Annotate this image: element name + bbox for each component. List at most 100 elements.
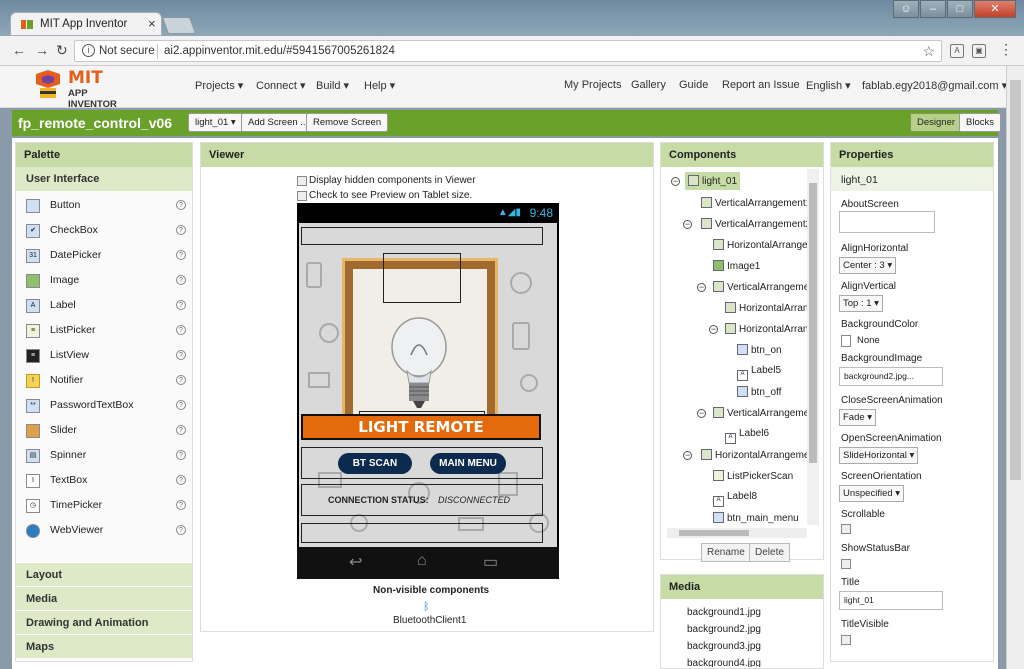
align-vertical-select[interactable]: Top : 1 ▾ bbox=[839, 295, 883, 312]
background-color-swatch[interactable] bbox=[841, 335, 851, 347]
palette-item-label[interactable]: A Label? bbox=[24, 295, 188, 317]
maximize-icon[interactable]: □ bbox=[947, 0, 973, 18]
tree-node-image1[interactable]: Image1 bbox=[713, 260, 760, 272]
screen-select-dropdown[interactable]: light_01 ▾ bbox=[188, 113, 243, 132]
scrollbar-thumb[interactable] bbox=[679, 530, 749, 536]
tree-node-verticalarrangement2[interactable]: VerticalArrangement2 bbox=[701, 218, 811, 230]
tree-node-horizontalarrangement3[interactable]: HorizontalArrang bbox=[725, 323, 814, 335]
background-color-value[interactable]: None bbox=[857, 335, 880, 346]
palette-item-notifier[interactable]: ! Notifier? bbox=[24, 370, 188, 392]
bookmark-star-icon[interactable]: ☆ bbox=[922, 43, 935, 60]
main-menu-button[interactable]: MAIN MENU bbox=[430, 453, 506, 474]
components-horizontal-scrollbar[interactable] bbox=[667, 528, 807, 538]
cast-icon[interactable]: ▣ bbox=[972, 44, 986, 58]
collapse-toggle-icon[interactable]: − bbox=[697, 283, 706, 292]
tree-node-btn-on[interactable]: btn_on bbox=[737, 344, 782, 356]
palette-item-passwordtextbox[interactable]: ** PasswordTextBox? bbox=[24, 395, 188, 417]
menu-build[interactable]: Build ▾ bbox=[316, 79, 349, 92]
tree-node-horizontalarrangement2[interactable]: HorizontalArrang bbox=[725, 302, 814, 314]
extension-icon[interactable]: A bbox=[950, 44, 964, 58]
media-file[interactable]: background1.jpg bbox=[687, 607, 761, 618]
palette-item-image[interactable]: Image? bbox=[24, 270, 188, 292]
collapse-toggle-icon[interactable]: − bbox=[683, 220, 692, 229]
tree-node-btn-off[interactable]: btn_off bbox=[737, 386, 781, 398]
tablet-preview-checkbox[interactable] bbox=[297, 191, 307, 201]
browser-tab[interactable]: MIT App Inventor × bbox=[10, 12, 162, 36]
help-icon[interactable]: ? bbox=[176, 275, 186, 285]
tree-node-verticalarrangement4[interactable]: VerticalArrangemer bbox=[713, 407, 813, 419]
palette-item-webviewer[interactable]: WebViewer? bbox=[24, 520, 188, 542]
media-file[interactable]: background3.jpg bbox=[687, 641, 761, 652]
collapse-toggle-icon[interactable]: − bbox=[683, 451, 692, 460]
back-icon[interactable]: ← bbox=[12, 42, 26, 58]
title-visible-checkbox[interactable] bbox=[841, 635, 851, 645]
show-status-bar-checkbox[interactable] bbox=[841, 559, 851, 569]
add-screen-button[interactable]: Add Screen ... bbox=[241, 113, 316, 132]
app-inventor-logo[interactable]: MIT APP INVENTOR bbox=[32, 68, 136, 110]
palette-item-textbox[interactable]: I TextBox? bbox=[24, 470, 188, 492]
image-placeholder-box[interactable] bbox=[383, 253, 461, 303]
background-image-field[interactable]: background2.jpg... bbox=[839, 367, 943, 386]
close-window-icon[interactable]: ✕ bbox=[974, 0, 1016, 18]
palette-category-maps[interactable]: Maps bbox=[16, 634, 192, 658]
help-icon[interactable]: ? bbox=[176, 500, 186, 510]
display-hidden-checkbox[interactable] bbox=[297, 176, 307, 186]
palette-item-slider[interactable]: Slider? bbox=[24, 420, 188, 442]
media-file[interactable]: background4.jpg bbox=[687, 658, 761, 667]
collapse-toggle-icon[interactable]: − bbox=[671, 177, 680, 186]
help-icon[interactable]: ? bbox=[176, 250, 186, 260]
menu-my-projects[interactable]: My Projects bbox=[564, 79, 621, 91]
palette-category-user-interface[interactable]: User Interface bbox=[16, 167, 192, 191]
buttons-row[interactable]: BT SCAN MAIN MENU bbox=[301, 447, 543, 479]
bluetooth-client-label[interactable]: BluetoothClient1 bbox=[393, 615, 466, 626]
scrollable-checkbox[interactable] bbox=[841, 524, 851, 534]
tree-node-horizontalarrangement[interactable]: HorizontalArrangen bbox=[713, 239, 813, 251]
tree-node-label6[interactable]: A Label6 bbox=[725, 428, 769, 444]
collapse-toggle-icon[interactable]: − bbox=[709, 325, 718, 334]
page-scrollbar-thumb[interactable] bbox=[1010, 80, 1021, 480]
menu-report-issue[interactable]: Report an Issue bbox=[722, 79, 800, 91]
menu-gallery[interactable]: Gallery bbox=[631, 79, 666, 91]
media-file[interactable]: background2.jpg bbox=[687, 624, 761, 635]
help-icon[interactable]: ? bbox=[176, 375, 186, 385]
help-icon[interactable]: ? bbox=[176, 525, 186, 535]
remove-screen-button[interactable]: Remove Screen bbox=[306, 113, 389, 132]
tree-node-label5[interactable]: A Label5 bbox=[737, 365, 781, 381]
palette-category-media[interactable]: Media bbox=[16, 586, 192, 610]
tree-node-light01[interactable]: light_01 bbox=[685, 172, 741, 190]
close-animation-select[interactable]: Fade ▾ bbox=[839, 409, 877, 426]
tree-node-horizontalarrangement4[interactable]: HorizontalArrangemer bbox=[701, 449, 813, 461]
reload-icon[interactable]: ↻ bbox=[56, 42, 68, 59]
rename-button[interactable]: Rename bbox=[701, 543, 751, 562]
menu-account[interactable]: fablab.egy2018@gmail.com ▾ bbox=[862, 79, 1007, 92]
help-icon[interactable]: ? bbox=[176, 450, 186, 460]
help-icon[interactable]: ? bbox=[176, 225, 186, 235]
about-screen-textarea[interactable] bbox=[839, 211, 935, 233]
minimize-icon[interactable]: – bbox=[920, 0, 946, 18]
horizontal-arrangement-top[interactable] bbox=[301, 227, 543, 245]
menu-guide[interactable]: Guide bbox=[679, 79, 708, 91]
palette-category-layout[interactable]: Layout bbox=[16, 562, 192, 586]
tree-node-btn-main-menu[interactable]: btn_main_menu bbox=[713, 512, 799, 524]
palette-item-datepicker[interactable]: 31 DatePicker? bbox=[24, 245, 188, 267]
align-horizontal-select[interactable]: Center : 3 ▾ bbox=[839, 257, 897, 274]
delete-button[interactable]: Delete bbox=[749, 543, 790, 562]
help-icon[interactable]: ? bbox=[176, 300, 186, 310]
horizontal-arrangement-bottom[interactable] bbox=[301, 523, 543, 543]
help-icon[interactable]: ? bbox=[176, 200, 186, 210]
components-vertical-scrollbar[interactable] bbox=[807, 169, 819, 525]
menu-connect[interactable]: Connect ▾ bbox=[256, 79, 306, 92]
screen-orientation-select[interactable]: Unspecified ▾ bbox=[839, 485, 905, 502]
palette-item-spinner[interactable]: ▤ Spinner? bbox=[24, 445, 188, 467]
scrollbar-thumb[interactable] bbox=[809, 183, 817, 463]
tree-node-verticalarrangement3[interactable]: VerticalArrangemer bbox=[713, 281, 813, 293]
new-tab-button[interactable] bbox=[161, 17, 197, 34]
forward-icon[interactable]: → bbox=[35, 42, 49, 58]
title-field[interactable]: light_01 bbox=[839, 591, 943, 610]
menu-language[interactable]: English ▾ bbox=[806, 79, 851, 92]
blocks-button[interactable]: Blocks bbox=[959, 113, 1001, 132]
user-icon[interactable]: ☺ bbox=[893, 0, 919, 18]
tree-node-label8[interactable]: A Label8 bbox=[713, 491, 757, 507]
tab-close-icon[interactable]: × bbox=[148, 16, 156, 31]
help-icon[interactable]: ? bbox=[176, 350, 186, 360]
